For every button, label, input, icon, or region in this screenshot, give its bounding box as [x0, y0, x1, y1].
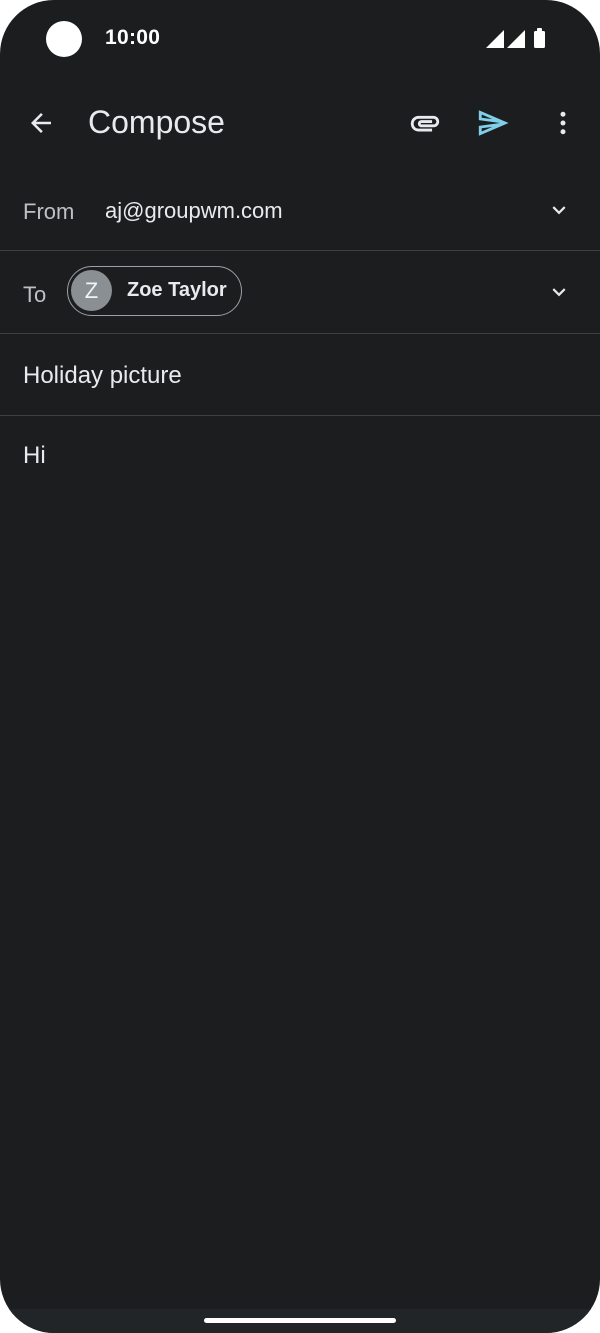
more-options-button[interactable] — [540, 100, 586, 146]
from-field[interactable]: From aj@groupwm.com — [0, 170, 600, 251]
chevron-down-icon — [552, 288, 566, 297]
to-label: To — [23, 282, 47, 307]
signal-icon — [507, 30, 525, 48]
app-bar: Compose — [0, 80, 600, 166]
home-handle[interactable] — [204, 1318, 396, 1323]
status-time: 10:00 — [105, 26, 161, 49]
arrow-back-icon — [31, 113, 51, 133]
battery-icon — [534, 28, 545, 48]
avatar: Z — [71, 270, 112, 311]
recipient-name: Zoe Taylor — [127, 279, 227, 301]
signal-icon — [486, 30, 504, 48]
status-icons — [486, 28, 545, 48]
attach-button[interactable] — [402, 100, 448, 146]
back-button[interactable] — [18, 100, 64, 146]
recipient-chip[interactable]: Z Zoe Taylor — [67, 266, 242, 316]
more-vert-icon — [560, 111, 566, 135]
to-field[interactable]: To Z Zoe Taylor — [0, 251, 600, 334]
camera-cutout — [46, 21, 82, 57]
send-button[interactable] — [470, 100, 516, 146]
body-text: Hi — [23, 442, 46, 469]
page-title: Compose — [88, 104, 225, 140]
chevron-down-icon — [552, 206, 566, 215]
send-icon — [478, 110, 509, 136]
subject-text: Holiday picture — [23, 362, 182, 389]
from-label: From — [23, 199, 75, 224]
phone-screen: 10:00 Compose From aj@groupwm.com To Z Z… — [0, 0, 600, 1333]
from-address: aj@groupwm.com — [105, 198, 283, 223]
paperclip-icon — [410, 115, 440, 132]
status-bar: 10:00 — [0, 0, 600, 78]
subject-field[interactable]: Holiday picture — [0, 334, 600, 416]
body-field[interactable] — [0, 416, 600, 1296]
from-expand-button[interactable] — [544, 195, 574, 225]
to-expand-button[interactable] — [544, 277, 574, 307]
